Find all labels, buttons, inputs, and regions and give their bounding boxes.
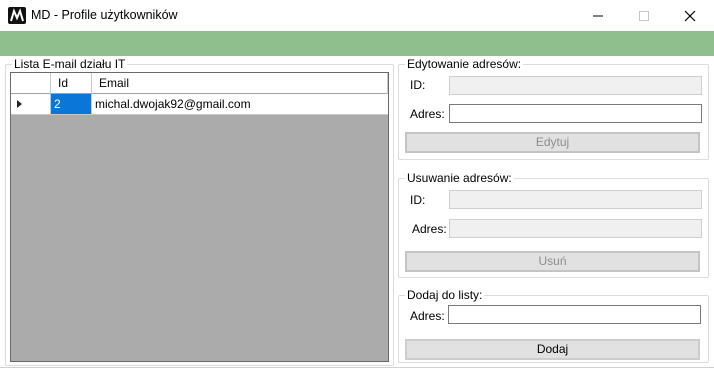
delete-id-input[interactable]	[450, 191, 701, 208]
table-row[interactable]: 2 michal.dwojak92@gmail.com	[11, 94, 388, 115]
row-header[interactable]	[11, 94, 51, 114]
edit-address-field[interactable]	[449, 104, 702, 123]
delete-address-label: Adres:	[412, 222, 447, 236]
grid-header: Id Email	[11, 73, 388, 94]
maximize-icon	[639, 10, 649, 21]
title-bar: MD - Profile użytkowników	[0, 0, 714, 31]
current-row-arrow-icon	[17, 100, 22, 108]
app-logo-icon	[8, 7, 26, 24]
delete-id-field[interactable]	[449, 190, 702, 209]
accent-header-bar	[0, 31, 714, 56]
edit-address-label: Adres:	[410, 107, 445, 121]
close-icon	[684, 10, 696, 21]
delete-address-field[interactable]	[449, 219, 702, 238]
add-button[interactable]: Dodaj	[405, 339, 700, 360]
cell-email[interactable]: michal.dwojak92@gmail.com	[92, 94, 388, 114]
edit-id-input[interactable]	[450, 77, 701, 94]
add-address-label: Adres:	[410, 309, 445, 323]
cell-id[interactable]: 2	[51, 94, 92, 114]
minimize-button[interactable]	[575, 0, 621, 31]
edit-id-label: ID:	[410, 78, 426, 92]
maximize-button[interactable]	[621, 0, 667, 31]
edit-address-legend: Edytowanie adresów:	[405, 57, 524, 71]
email-data-grid[interactable]: Id Email 2 michal.dwojak92@gmail.com	[10, 72, 389, 362]
window-bottom-border	[0, 367, 714, 368]
delete-button[interactable]: Usuń	[405, 251, 700, 272]
column-header-id[interactable]: Id	[51, 73, 92, 94]
grid-corner-header[interactable]	[11, 73, 51, 94]
window-title: MD - Profile użytkowników	[31, 8, 178, 22]
add-address-field[interactable]	[448, 305, 701, 324]
delete-id-label: ID:	[410, 193, 426, 207]
add-address-input[interactable]	[449, 306, 700, 323]
add-address-legend: Dodaj do listy:	[405, 288, 485, 302]
delete-address-legend: Usuwanie adresów:	[405, 171, 514, 185]
email-list-legend: Lista E-mail działu IT	[12, 57, 128, 71]
column-header-email[interactable]: Email	[92, 73, 388, 94]
edit-button[interactable]: Edytuj	[405, 132, 700, 153]
close-button[interactable]	[667, 0, 713, 31]
edit-id-field[interactable]	[449, 76, 702, 95]
delete-address-input[interactable]	[450, 220, 701, 237]
minimize-icon	[593, 15, 603, 16]
edit-address-input[interactable]	[450, 105, 701, 122]
